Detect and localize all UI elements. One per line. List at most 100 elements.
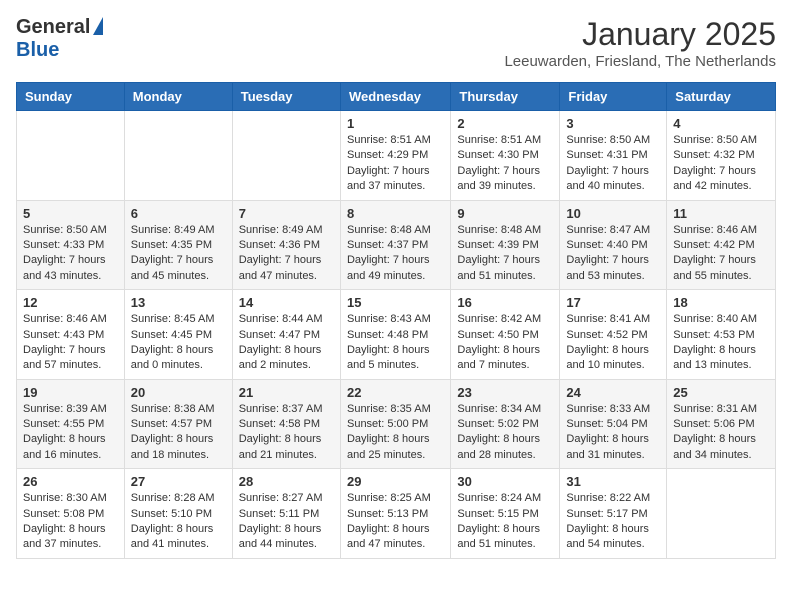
day-content: Sunrise: 8:44 AMSunset: 4:47 PMDaylight:… [239, 312, 334, 374]
calendar-cell: 23 Sunrise: 8:34 AMSunset: 5:02 PMDayligh… [451, 379, 560, 469]
page-header: General Blue January 2025 Leeuwarden, Fr… [16, 16, 776, 70]
calendar-header-monday: Monday [124, 83, 232, 111]
calendar-cell: 1Sunrise: 8:51 AMSunset: 4:29 PMDaylight… [340, 111, 450, 201]
day-number: 25 [673, 385, 769, 400]
day-number: 11 [673, 206, 769, 221]
calendar-week-1: 1Sunrise: 8:51 AMSunset: 4:29 PMDaylight… [17, 111, 776, 201]
day-number: 18 [673, 295, 769, 310]
day-content: Sunrise: 8:28 AMSunset: 5:10 PMDaylight:… [131, 491, 226, 553]
calendar-cell: 11 Sunrise: 8:46 AMSunset: 4:42 PMDayligh… [667, 200, 776, 290]
day-content: Sunrise: 8:50 AMSunset: 4:31 PMDaylight:… [566, 133, 660, 195]
day-number: 31 [566, 474, 660, 489]
calendar-cell [124, 111, 232, 201]
day-number: 23 [457, 385, 553, 400]
day-content: Sunrise: 8:30 AMSunset: 5:08 PMDaylight:… [23, 491, 118, 553]
calendar-cell: 28 Sunrise: 8:27 AMSunset: 5:11 PMDayligh… [232, 469, 340, 559]
day-content: Sunrise: 8:43 AMSunset: 4:48 PMDaylight:… [347, 312, 444, 374]
day-content: Sunrise: 8:22 AMSunset: 5:17 PMDaylight:… [566, 491, 660, 553]
day-number: 28 [239, 474, 334, 489]
day-number: 30 [457, 474, 553, 489]
calendar-cell: 18 Sunrise: 8:40 AMSunset: 4:53 PMDayligh… [667, 290, 776, 380]
day-number: 20 [131, 385, 226, 400]
calendar-cell: 25 Sunrise: 8:31 AMSunset: 5:06 PMDayligh… [667, 379, 776, 469]
calendar-header-friday: Friday [560, 83, 667, 111]
calendar-header-sunday: Sunday [17, 83, 125, 111]
day-content: Sunrise: 8:41 AMSunset: 4:52 PMDaylight:… [566, 312, 660, 374]
day-content: Sunrise: 8:37 AMSunset: 4:58 PMDaylight:… [239, 402, 334, 464]
day-number: 26 [23, 474, 118, 489]
calendar-cell: 21Sunrise: 8:37 AMSunset: 4:58 PMDayligh… [232, 379, 340, 469]
calendar-cell: 5Sunrise: 8:50 AMSunset: 4:33 PMDaylight… [17, 200, 125, 290]
calendar-cell: 22 Sunrise: 8:35 AMSunset: 5:00 PMDayligh… [340, 379, 450, 469]
day-content: Sunrise: 8:38 AMSunset: 4:57 PMDaylight:… [131, 402, 226, 464]
calendar-cell: 8Sunrise: 8:48 AMSunset: 4:37 PMDaylight… [340, 200, 450, 290]
day-content: Sunrise: 8:27 AMSunset: 5:11 PMDaylight:… [239, 491, 334, 553]
calendar-cell: 17 Sunrise: 8:41 AMSunset: 4:52 PMDayligh… [560, 290, 667, 380]
calendar-cell: 26 Sunrise: 8:30 AMSunset: 5:08 PMDayligh… [17, 469, 125, 559]
day-number: 9 [457, 206, 553, 221]
calendar-cell: 20 Sunrise: 8:38 AMSunset: 4:57 PMDayligh… [124, 379, 232, 469]
day-content: Sunrise: 8:33 AMSunset: 5:04 PMDaylight:… [566, 402, 660, 464]
day-number: 29 [347, 474, 444, 489]
day-content: Sunrise: 8:40 AMSunset: 4:53 PMDaylight:… [673, 312, 769, 374]
day-number: 22 [347, 385, 444, 400]
day-content: Sunrise: 8:49 AMSunset: 4:35 PMDaylight:… [131, 223, 226, 285]
calendar-cell: 3Sunrise: 8:50 AMSunset: 4:31 PMDaylight… [560, 111, 667, 201]
calendar-cell: 19 Sunrise: 8:39 AMSunset: 4:55 PMDayligh… [17, 379, 125, 469]
day-content: Sunrise: 8:49 AMSunset: 4:36 PMDaylight:… [239, 223, 334, 285]
calendar-header-wednesday: Wednesday [340, 83, 450, 111]
day-content: Sunrise: 8:48 AMSunset: 4:37 PMDaylight:… [347, 223, 444, 285]
calendar-cell: 27 Sunrise: 8:28 AMSunset: 5:10 PMDayligh… [124, 469, 232, 559]
day-number: 15 [347, 295, 444, 310]
day-content: Sunrise: 8:45 AMSunset: 4:45 PMDaylight:… [131, 312, 226, 374]
calendar-cell: 9Sunrise: 8:48 AMSunset: 4:39 PMDaylight… [451, 200, 560, 290]
calendar-week-3: 12Sunrise: 8:46 AMSunset: 4:43 PMDayligh… [17, 290, 776, 380]
day-content: Sunrise: 8:50 AMSunset: 4:32 PMDaylight:… [673, 133, 769, 195]
day-number: 27 [131, 474, 226, 489]
day-number: 5 [23, 206, 118, 221]
calendar-cell: 31 Sunrise: 8:22 AMSunset: 5:17 PMDayligh… [560, 469, 667, 559]
calendar-header-thursday: Thursday [451, 83, 560, 111]
calendar-header-saturday: Saturday [667, 83, 776, 111]
day-content: Sunrise: 8:25 AMSunset: 5:13 PMDaylight:… [347, 491, 444, 553]
day-number: 16 [457, 295, 553, 310]
calendar-week-5: 26 Sunrise: 8:30 AMSunset: 5:08 PMDayligh… [17, 469, 776, 559]
day-number: 12 [23, 295, 118, 310]
day-content: Sunrise: 8:46 AMSunset: 4:42 PMDaylight:… [673, 223, 769, 285]
day-content: Sunrise: 8:34 AMSunset: 5:02 PMDaylight:… [457, 402, 553, 464]
calendar-cell: 10 Sunrise: 8:47 AMSunset: 4:40 PMDayligh… [560, 200, 667, 290]
logo-general-text: General [16, 16, 90, 39]
logo-blue-text: Blue [16, 39, 59, 62]
location-text: Leeuwarden, Friesland, The Netherlands [504, 53, 776, 70]
day-content: Sunrise: 8:35 AMSunset: 5:00 PMDaylight:… [347, 402, 444, 464]
month-title: January 2025 [504, 16, 776, 53]
day-content: Sunrise: 8:42 AMSunset: 4:50 PMDaylight:… [457, 312, 553, 374]
day-number: 2 [457, 116, 553, 131]
day-content: Sunrise: 8:47 AMSunset: 4:40 PMDaylight:… [566, 223, 660, 285]
calendar-cell: 7Sunrise: 8:49 AMSunset: 4:36 PMDaylight… [232, 200, 340, 290]
calendar-cell [17, 111, 125, 201]
calendar-cell: 14Sunrise: 8:44 AMSunset: 4:47 PMDayligh… [232, 290, 340, 380]
day-number: 10 [566, 206, 660, 221]
day-content: Sunrise: 8:39 AMSunset: 4:55 PMDaylight:… [23, 402, 118, 464]
day-number: 1 [347, 116, 444, 131]
title-section: January 2025 Leeuwarden, Friesland, The … [504, 16, 776, 70]
day-number: 17 [566, 295, 660, 310]
day-number: 4 [673, 116, 769, 131]
calendar-header-tuesday: Tuesday [232, 83, 340, 111]
day-number: 13 [131, 295, 226, 310]
calendar-week-4: 19 Sunrise: 8:39 AMSunset: 4:55 PMDayligh… [17, 379, 776, 469]
day-content: Sunrise: 8:31 AMSunset: 5:06 PMDaylight:… [673, 402, 769, 464]
day-content: Sunrise: 8:51 AMSunset: 4:30 PMDaylight:… [457, 133, 553, 195]
calendar-cell [667, 469, 776, 559]
calendar-header-row: SundayMondayTuesdayWednesdayThursdayFrid… [17, 83, 776, 111]
calendar-cell: 13 Sunrise: 8:45 AMSunset: 4:45 PMDayligh… [124, 290, 232, 380]
day-number: 19 [23, 385, 118, 400]
calendar-cell: 15 Sunrise: 8:43 AMSunset: 4:48 PMDayligh… [340, 290, 450, 380]
logo-triangle-icon [93, 17, 103, 35]
calendar-cell: 2 Sunrise: 8:51 AMSunset: 4:30 PMDaylight… [451, 111, 560, 201]
calendar-cell: 6Sunrise: 8:49 AMSunset: 4:35 PMDaylight… [124, 200, 232, 290]
calendar-cell: 12Sunrise: 8:46 AMSunset: 4:43 PMDayligh… [17, 290, 125, 380]
calendar-cell: 30Sunrise: 8:24 AMSunset: 5:15 PMDayligh… [451, 469, 560, 559]
calendar-week-2: 5Sunrise: 8:50 AMSunset: 4:33 PMDaylight… [17, 200, 776, 290]
